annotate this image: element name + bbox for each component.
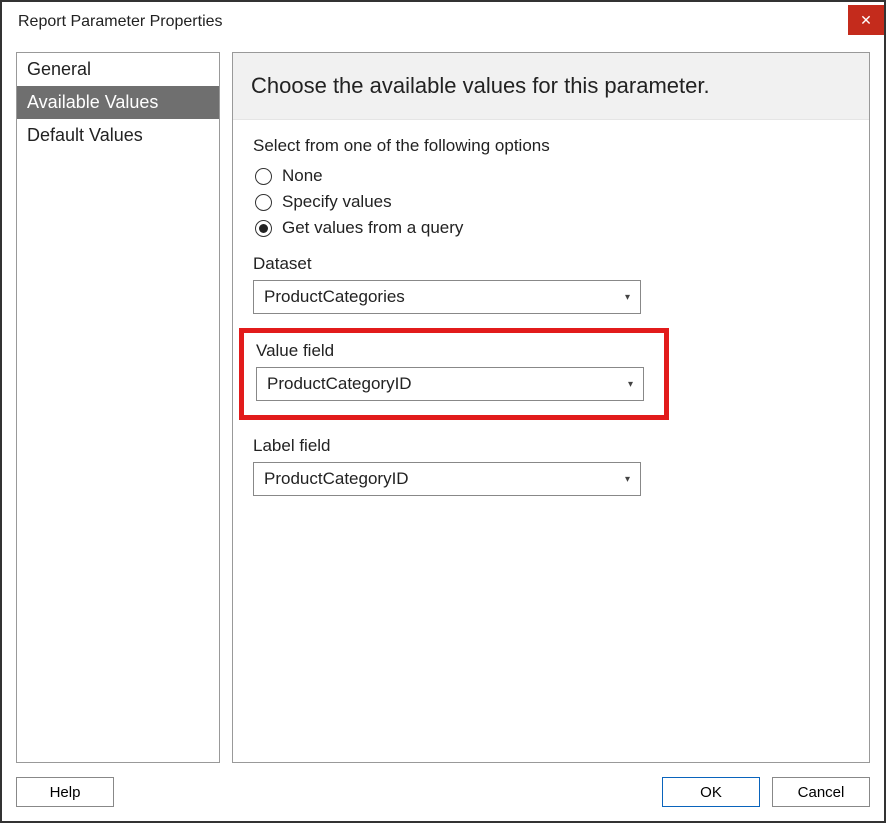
radio-specify-values[interactable]: Specify values [255, 192, 849, 212]
radio-get-values-from-query[interactable]: Get values from a query [255, 218, 849, 238]
dataset-select[interactable]: ProductCategories ▾ [253, 280, 641, 314]
chevron-down-icon: ▾ [628, 379, 633, 390]
value-field-select[interactable]: ProductCategoryID ▾ [256, 367, 644, 401]
chevron-down-icon: ▾ [625, 292, 630, 303]
main-panel: Choose the available values for this par… [232, 52, 870, 763]
ok-button[interactable]: OK [662, 777, 760, 807]
button-label: OK [700, 784, 722, 801]
cancel-button[interactable]: Cancel [772, 777, 870, 807]
button-label: Help [50, 784, 81, 801]
sidebar-item-available-values[interactable]: Available Values [17, 86, 219, 119]
close-icon: ✕ [860, 12, 872, 29]
options-label: Select from one of the following options [253, 136, 849, 156]
titlebar: Report Parameter Properties ✕ [2, 2, 884, 42]
value-field-label: Value field [256, 341, 652, 361]
radio-icon [255, 168, 272, 185]
main-body: Select from one of the following options… [233, 120, 869, 512]
dataset-label: Dataset [253, 254, 849, 274]
button-label: Cancel [798, 784, 845, 801]
sidebar-item-general[interactable]: General [17, 53, 219, 86]
footer: Help OK Cancel [2, 763, 884, 821]
dataset-value: ProductCategories [264, 287, 405, 307]
dialog: Report Parameter Properties ✕ General Av… [0, 0, 886, 823]
value-field-value: ProductCategoryID [267, 374, 412, 394]
sidebar: General Available Values Default Values [16, 52, 220, 763]
radio-none[interactable]: None [255, 166, 849, 186]
radio-checked-icon [259, 224, 268, 233]
close-button[interactable]: ✕ [848, 5, 884, 35]
sidebar-item-label: General [27, 59, 91, 79]
sidebar-item-default-values[interactable]: Default Values [17, 119, 219, 152]
sidebar-item-label: Available Values [27, 92, 158, 112]
dataset-block: Dataset ProductCategories ▾ [253, 254, 849, 314]
value-field-highlight: Value field ProductCategoryID ▾ [239, 328, 669, 420]
help-button[interactable]: Help [16, 777, 114, 807]
radio-icon [255, 194, 272, 211]
radio-label: None [282, 166, 323, 186]
radio-label: Get values from a query [282, 218, 463, 238]
label-field-value: ProductCategoryID [264, 469, 409, 489]
label-field-label: Label field [253, 436, 849, 456]
label-field-select[interactable]: ProductCategoryID ▾ [253, 462, 641, 496]
radio-label: Specify values [282, 192, 392, 212]
sidebar-item-label: Default Values [27, 125, 143, 145]
radio-icon [255, 220, 272, 237]
label-field-block: Label field ProductCategoryID ▾ [253, 436, 849, 496]
dialog-title: Report Parameter Properties [18, 13, 223, 31]
body-area: General Available Values Default Values … [2, 42, 884, 763]
chevron-down-icon: ▾ [625, 474, 630, 485]
main-header: Choose the available values for this par… [233, 53, 869, 120]
